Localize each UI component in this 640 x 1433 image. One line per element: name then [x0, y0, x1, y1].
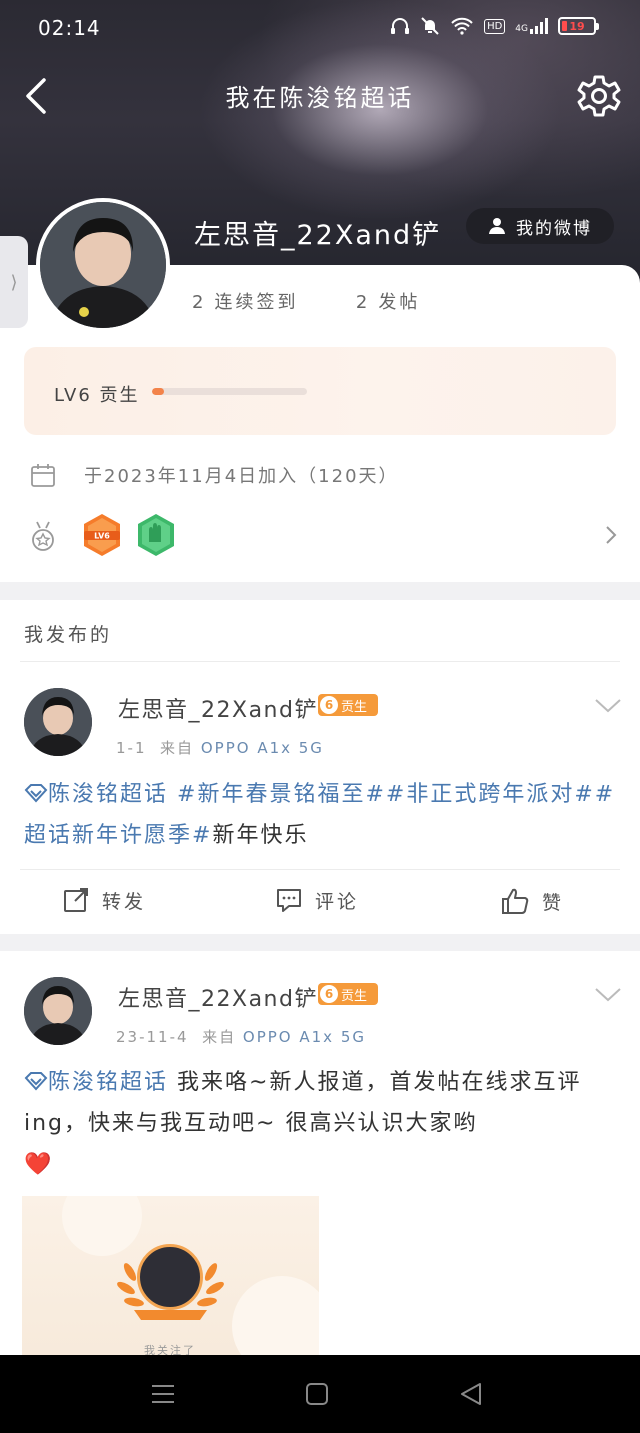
post-body: 新年快乐	[212, 823, 309, 848]
level-progress-bar	[152, 388, 307, 395]
like-label: 赞	[542, 891, 565, 914]
post-author[interactable]: 左思音_22Xand铲	[118, 692, 318, 724]
topic-link[interactable]: 陈浚铭超话	[24, 1070, 168, 1095]
post-source-prefix: 来自	[202, 1028, 237, 1046]
post-avatar[interactable]	[24, 688, 92, 756]
rank-tag: 6 贡生	[318, 983, 378, 1005]
divider	[20, 661, 620, 662]
lv6-badge-text: LV6	[94, 532, 110, 541]
section-title: 我发布的	[24, 624, 113, 646]
join-date-row: 于2023年11月4日加入（120天）	[30, 462, 399, 488]
level-label: LV6 贡生	[54, 385, 140, 406]
wifi-icon	[451, 17, 473, 35]
rank-label: 贡生	[341, 988, 368, 1004]
username: 左思音_22Xand铲	[194, 220, 442, 251]
rank-num: 6	[320, 696, 338, 714]
hd-badge: HD	[484, 18, 506, 34]
divider	[20, 869, 620, 870]
comment-label: 评论	[315, 890, 360, 913]
post-source-prefix: 来自	[160, 739, 195, 757]
stat-checkin[interactable]: 2 连续签到	[192, 292, 298, 313]
share-icon	[64, 888, 88, 912]
diamond-icon	[24, 784, 48, 803]
level-progress-fill	[152, 388, 165, 395]
avatar[interactable]	[36, 198, 170, 332]
post-device: OPPO A1x 5G	[200, 739, 324, 757]
headphones-icon	[391, 18, 410, 34]
status-icons: HD 4G 19	[390, 16, 599, 36]
post-avatar[interactable]	[24, 977, 92, 1045]
post-text[interactable]: 陈浚铭超话 我来咯~新人报道，首发帖在线求互评ing，快来与我互动吧~ 很高兴认…	[24, 1062, 624, 1185]
page-title: 我在陈浚铭超话	[225, 84, 415, 112]
diamond-icon	[24, 1072, 48, 1091]
settings-button[interactable]	[576, 72, 622, 120]
battery-icon: 19	[558, 17, 599, 35]
heart-emoji: ❤️	[24, 1152, 54, 1177]
rank-label: 贡生	[341, 699, 368, 715]
medal-icon	[32, 521, 54, 551]
back-triangle-icon[interactable]	[456, 1379, 486, 1409]
image-avatar	[137, 1244, 203, 1310]
status-time: 02:14	[38, 16, 101, 40]
join-date-text: 于2023年11月4日加入（120天）	[84, 466, 399, 487]
stat-posts[interactable]: 2 发帖	[356, 292, 420, 313]
post-meta: 23-11-4 来自 OPPO A1x 5G	[116, 1026, 366, 1047]
post-device: OPPO A1x 5G	[242, 1028, 366, 1046]
calendar-icon	[31, 464, 55, 487]
profile-stats: 2 连续签到 2 发帖	[192, 288, 420, 314]
status-bar: 02:14 HD 4G 19	[0, 0, 640, 56]
gear-icon	[577, 75, 621, 117]
battery-level: 19	[569, 19, 585, 33]
bell-muted-icon	[421, 17, 439, 35]
post-actions: 转发 评论 赞	[0, 872, 640, 934]
chevron-right-icon	[606, 526, 617, 544]
network-icon: 4G	[515, 18, 548, 34]
rank-tag: 6 贡生	[318, 694, 378, 716]
person-icon	[489, 218, 505, 234]
post-time: 23-11-4	[116, 1028, 189, 1046]
like-button[interactable]: 赞	[500, 886, 564, 916]
topic-link[interactable]: 陈浚铭超话	[24, 782, 168, 807]
chevron-down-icon[interactable]	[594, 697, 622, 715]
comment-icon	[277, 889, 301, 912]
post-meta: 1-1 来自 OPPO A1x 5G	[116, 737, 324, 758]
post-author[interactable]: 左思音_22Xand铲	[118, 981, 318, 1013]
post-text[interactable]: 陈浚铭超话 #新年春景铭福至##非正式跨年派对##超话新年许愿季#新年快乐	[24, 774, 624, 856]
post-time: 1-1	[116, 739, 147, 757]
badges-row[interactable]: LV6	[30, 512, 620, 560]
section-separator	[0, 934, 640, 951]
network-type: 4G	[515, 24, 528, 34]
post-image[interactable]: 我关注了	[22, 1196, 319, 1356]
image-caption: 我关注了	[144, 1344, 196, 1356]
side-drawer-handle[interactable]: ⟩	[0, 236, 28, 328]
thumbs-up-icon	[502, 888, 529, 914]
rank-num: 6	[320, 985, 338, 1003]
chevron-down-icon[interactable]	[594, 986, 622, 1004]
home-icon[interactable]	[302, 1379, 332, 1409]
my-weibo-button[interactable]: 我的微博	[466, 208, 614, 244]
fan-badge-icon	[138, 514, 174, 556]
chevron-right-icon: ⟩	[10, 271, 18, 293]
repost-label: 转发	[102, 890, 147, 913]
level-card[interactable]: LV6 贡生	[24, 347, 616, 435]
repost-button[interactable]: 转发	[62, 886, 146, 914]
lv6-badge-icon: LV6	[84, 514, 120, 556]
system-nav-bar	[0, 1355, 640, 1433]
my-weibo-label: 我的微博	[516, 218, 592, 239]
comment-button[interactable]: 评论	[275, 886, 359, 914]
menu-icon[interactable]	[148, 1379, 178, 1409]
section-separator	[0, 582, 640, 600]
